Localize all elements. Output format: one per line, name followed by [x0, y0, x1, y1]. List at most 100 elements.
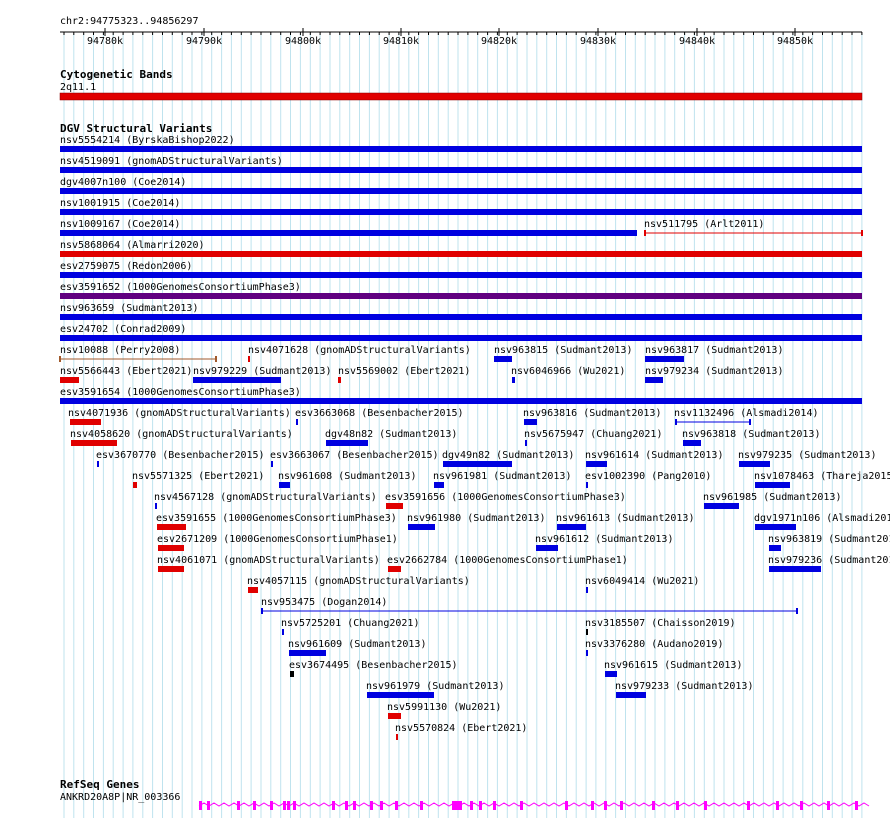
variant-nsv1132496[interactable]: nsv1132496 (Alsmadi2014)	[674, 408, 819, 425]
variant-nsv3185507[interactable]: nsv3185507 (Chaisson2019)	[585, 618, 736, 635]
gene-exon	[253, 801, 256, 810]
variant-nsv5569002[interactable]: nsv5569002 (Ebert2021)	[338, 366, 470, 383]
band-label: 2q11.1	[60, 82, 96, 93]
variant-esv1002390[interactable]: esv1002390 (Pang2010)	[585, 471, 711, 488]
variant-nsv5675947[interactable]: nsv5675947 (Chuang2021)	[524, 429, 662, 446]
variant-nsv961979[interactable]: nsv961979 (Sudmant2013)	[366, 681, 504, 698]
variant-label: dgv48n82 (Sudmant2013)	[325, 429, 457, 440]
variant-bar	[60, 188, 862, 194]
variant-nsv961615[interactable]: nsv961615 (Sudmant2013)	[604, 660, 742, 677]
variant-nsv961981[interactable]: nsv961981 (Sudmant2013)	[433, 471, 571, 488]
variant-nsv511795[interactable]: nsv511795 (Arlt2011)	[644, 219, 863, 236]
variant-nsv953475[interactable]: nsv953475 (Dogan2014)	[261, 597, 798, 614]
variant-bar	[97, 461, 99, 467]
variant-label: nsv961613 (Sudmant2013)	[556, 513, 694, 524]
gene-intron-line	[198, 802, 870, 807]
variant-nsv5868064[interactable]: nsv5868064 (Almarri2020)	[60, 240, 862, 257]
gene-ankrd20a8p[interactable]	[198, 801, 870, 810]
variant-label: esv3591656 (1000GenomesConsortiumPhase3)	[385, 492, 626, 503]
variant-label: nsv1009167 (Coe2014)	[60, 219, 180, 230]
variant-nsv4519091[interactable]: nsv4519091 (gnomADStructuralVariants)	[60, 156, 862, 173]
variant-nsv5554214[interactable]: nsv5554214 (ByrskaBishop2022)	[60, 135, 862, 152]
variant-bar	[60, 146, 862, 152]
variant-esv3591652[interactable]: esv3591652 (1000GenomesConsortiumPhase3)	[60, 282, 862, 299]
variant-nsv979236[interactable]: nsv979236 (Sudmant2013)	[768, 555, 890, 572]
genome-browser-canvas: chr2:94775323..94856297 94780k 94790k 9480…	[59, 16, 890, 818]
variant-label: nsv4071628 (gnomADStructuralVariants)	[248, 345, 471, 356]
gene-exon	[452, 801, 462, 810]
variant-nsv4567128[interactable]: nsv4567128 (gnomADStructuralVariants)	[154, 492, 377, 509]
variant-nsv961614[interactable]: nsv961614 (Sudmant2013)	[585, 450, 723, 467]
variant-label: esv3591652 (1000GenomesConsortiumPhase3)	[60, 282, 301, 293]
variant-nsv963819[interactable]: nsv963819 (Sudmant2013)	[768, 534, 890, 551]
variant-label: esv3670770 (Besenbacher2015)	[96, 450, 265, 461]
variant-bar	[282, 629, 284, 635]
gene-exon	[800, 801, 803, 810]
variant-nsv5991130[interactable]: nsv5991130 (Wu2021)	[387, 702, 501, 719]
variant-label: nsv511795 (Arlt2011)	[644, 219, 764, 230]
variant-bar	[271, 461, 273, 467]
variant-nsv961612[interactable]: nsv961612 (Sudmant2013)	[535, 534, 673, 551]
variant-nsv961608[interactable]: nsv961608 (Sudmant2013)	[278, 471, 416, 488]
variant-bar	[586, 482, 588, 488]
variant-nsv10088[interactable]: nsv10088 (Perry2008)	[59, 345, 217, 362]
variant-bar	[557, 524, 586, 530]
variant-dgv4007n100[interactable]: dgv4007n100 (Coe2014)	[60, 177, 862, 194]
variant-label: esv3591654 (1000GenomesConsortiumPhase3)	[60, 387, 301, 398]
variant-bar	[60, 167, 862, 173]
variant-nsv6049414[interactable]: nsv6049414 (Wu2021)	[585, 576, 699, 593]
variant-esv3670770[interactable]: esv3670770 (Besenbacher2015)	[96, 450, 265, 467]
variant-nsv963815[interactable]: nsv963815 (Sudmant2013)	[494, 345, 632, 362]
variant-nsv5571325[interactable]: nsv5571325 (Ebert2021)	[132, 471, 264, 488]
variant-esv2671209[interactable]: esv2671209 (1000GenomesConsortiumPhase1)	[157, 534, 398, 551]
variant-esv3591654[interactable]: esv3591654 (1000GenomesConsortiumPhase3)	[60, 387, 862, 404]
band-2q11-1[interactable]	[59, 92, 863, 101]
variant-nsv4061071[interactable]: nsv4061071 (gnomADStructuralVariants)	[157, 555, 380, 572]
variant-bar	[408, 524, 435, 530]
gene-exon	[470, 801, 473, 810]
variant-nsv963818[interactable]: nsv963818 (Sudmant2013)	[682, 429, 820, 446]
variant-nsv1009167[interactable]: nsv1009167 (Coe2014)	[60, 219, 637, 236]
variant-label: nsv961609 (Sudmant2013)	[288, 639, 426, 650]
variant-label: nsv961612 (Sudmant2013)	[535, 534, 673, 545]
dgv-title: DGV Structural Variants	[60, 122, 212, 135]
cytogenetic-bands-track: Cytogenetic Bands 2q11.1	[59, 68, 863, 101]
variant-dgv48n82[interactable]: dgv48n82 (Sudmant2013)	[325, 429, 457, 446]
dgv-features: nsv5554214 (ByrskaBishop2022) nsv4519091 …	[59, 135, 890, 740]
variant-bar	[755, 482, 790, 488]
variant-nsv979235[interactable]: nsv979235 (Sudmant2013)	[738, 450, 876, 467]
variant-nsv4058620[interactable]: nsv4058620 (gnomADStructuralVariants)	[70, 429, 293, 446]
variant-nsv963816[interactable]: nsv963816 (Sudmant2013)	[523, 408, 661, 425]
variant-nsv963659[interactable]: nsv963659 (Sudmant2013)	[60, 303, 862, 320]
variant-nsv6046966[interactable]: nsv6046966 (Wu2021)	[511, 366, 625, 383]
variant-bar	[60, 251, 862, 257]
gene-exon	[237, 801, 240, 810]
variant-nsv1001915[interactable]: nsv1001915 (Coe2014)	[60, 198, 862, 215]
variant-bar	[536, 545, 558, 551]
variant-label: nsv963819 (Sudmant2013)	[768, 534, 890, 545]
variant-nsv4071936[interactable]: nsv4071936 (gnomADStructuralVariants)	[68, 408, 291, 425]
variant-nsv961980[interactable]: nsv961980 (Sudmant2013)	[407, 513, 545, 530]
ruler-tick-label: 94790k	[186, 36, 222, 47]
variant-bar	[60, 209, 862, 215]
gene-exon	[380, 801, 383, 810]
variant-bar	[388, 713, 401, 719]
variant-label: nsv4057115 (gnomADStructuralVariants)	[247, 576, 470, 587]
variant-bar	[193, 377, 281, 383]
variant-dgv49n82[interactable]: dgv49n82 (Sudmant2013)	[442, 450, 574, 467]
variant-esv24702[interactable]: esv24702 (Conrad2009)	[60, 324, 862, 341]
variant-nsv961985[interactable]: nsv961985 (Sudmant2013)	[703, 492, 841, 509]
gene-exon	[370, 801, 373, 810]
variant-bar	[60, 377, 79, 383]
gene-exon	[704, 801, 707, 810]
variant-bar	[279, 482, 290, 488]
variant-nsv961609[interactable]: nsv961609 (Sudmant2013)	[288, 639, 426, 656]
variant-bar	[338, 377, 341, 383]
variant-esv3663067[interactable]: esv3663067 (Besenbacher2015)	[270, 450, 439, 467]
variant-esv3674495[interactable]: esv3674495 (Besenbacher2015)	[289, 660, 458, 677]
variant-label: dgv4007n100 (Coe2014)	[60, 177, 186, 188]
variant-label: nsv953475 (Dogan2014)	[261, 597, 387, 608]
variant-esv2759075[interactable]: esv2759075 (Redon2006)	[60, 261, 862, 278]
gene-label: ANKRD20A8P|NR_003366	[60, 792, 180, 803]
variant-esv3591656[interactable]: esv3591656 (1000GenomesConsortiumPhase3)	[385, 492, 626, 509]
